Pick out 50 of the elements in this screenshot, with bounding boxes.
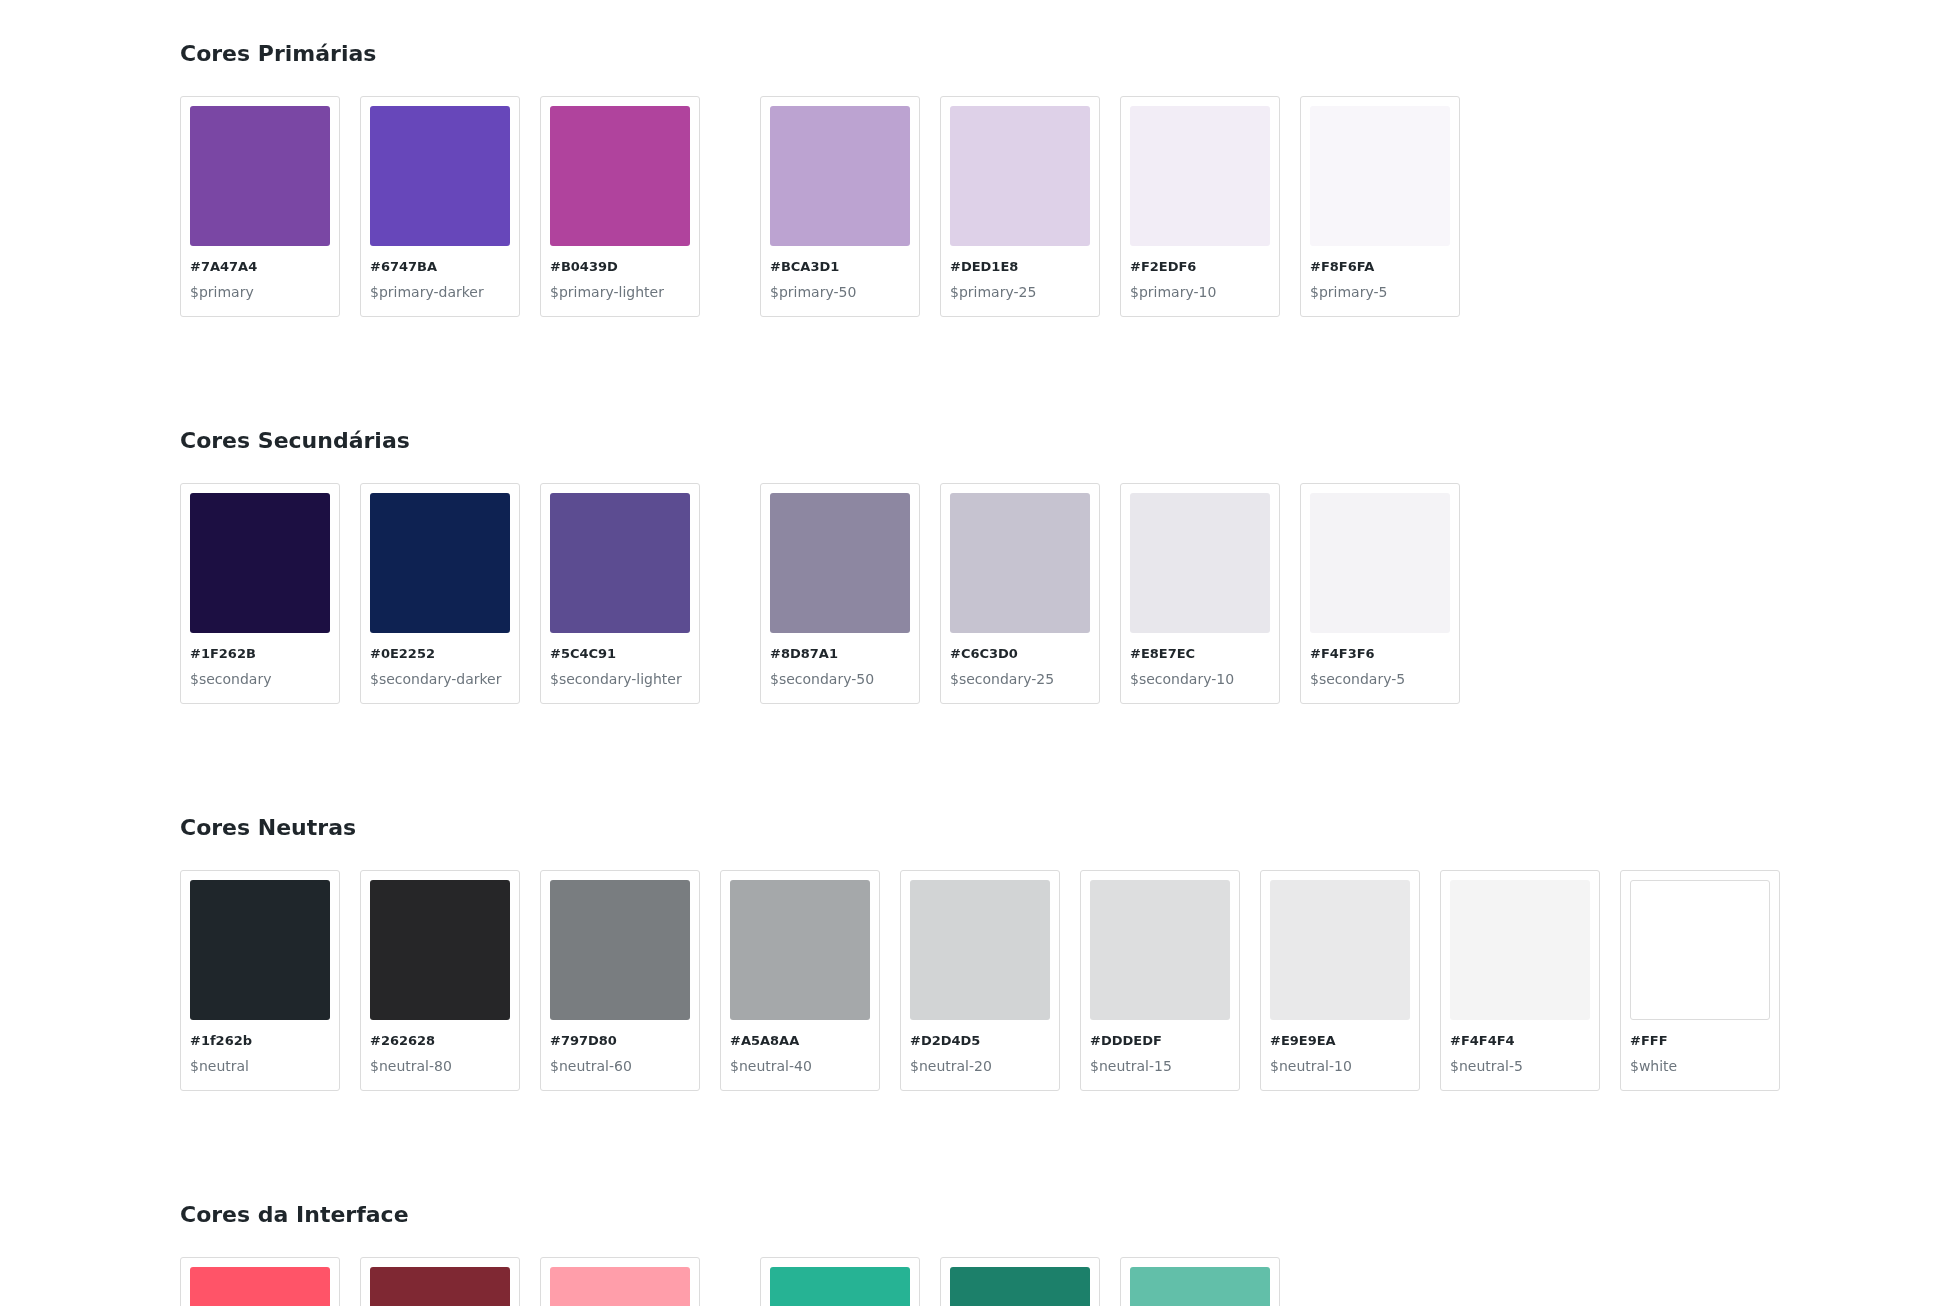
hex-code: #6747BA: [370, 258, 439, 276]
variable-name: $primary-lighter: [550, 283, 665, 302]
variable-name: $neutral-10: [1270, 1057, 1353, 1076]
variable-name: $primary-10: [1130, 283, 1218, 302]
hex-code: #F4F3F6: [1310, 645, 1376, 663]
hex-code: #1F262B: [190, 645, 257, 663]
variable-name: $primary-50: [770, 283, 858, 302]
variable-name: $secondary-darker: [370, 670, 503, 689]
hex-code: #D2D4D5: [910, 1032, 982, 1050]
variable-name: $neutral-60: [550, 1057, 633, 1076]
variable-name: $secondary: [190, 670, 273, 689]
variable-name: $primary-5: [1310, 283, 1389, 302]
variable-name: $white: [1630, 1057, 1679, 1076]
hex-code: #B0439D: [550, 258, 619, 276]
variable-name: $primary-darker: [370, 283, 485, 302]
hex-code: #262628: [370, 1032, 437, 1050]
variable-name: $neutral-80: [370, 1057, 453, 1076]
variable-name: $primary: [190, 283, 255, 302]
hex-code: #C6C3D0: [950, 645, 1019, 663]
hex-code: #DED1E8: [950, 258, 1020, 276]
hex-code: #BCA3D1: [770, 258, 841, 276]
variable-name: $neutral-40: [730, 1057, 813, 1076]
hex-code: #5C4C91: [550, 645, 618, 663]
hex-code: #0E2252: [370, 645, 436, 663]
section-heading: Cores Neutras: [180, 814, 358, 842]
hex-code: #A5A8AA: [730, 1032, 801, 1050]
variable-name: $neutral-5: [1450, 1057, 1524, 1076]
hex-code: #FFF: [1630, 1032, 1669, 1050]
hex-code: #797D80: [550, 1032, 618, 1050]
section-heading: Cores Primárias: [180, 40, 378, 68]
hex-code: #F2EDF6: [1130, 258, 1198, 276]
variable-name: $neutral: [190, 1057, 250, 1076]
section-heading: Cores Secundárias: [180, 427, 411, 455]
hex-code: #F4F4F4: [1450, 1032, 1516, 1050]
section-heading: Cores da Interface: [180, 1201, 410, 1229]
variable-name: $secondary-lighter: [550, 670, 683, 689]
variable-name: $secondary-10: [1130, 670, 1236, 689]
hex-code: #F8F6FA: [1310, 258, 1376, 276]
hex-code: #E8E7EC: [1130, 645, 1197, 663]
hex-code: #1f262b: [190, 1032, 254, 1050]
hex-code: #8D87A1: [770, 645, 839, 663]
hex-code: #7A47A4: [190, 258, 259, 276]
variable-name: $neutral-15: [1090, 1057, 1173, 1076]
variable-name: $secondary-25: [950, 670, 1056, 689]
variable-name: $secondary-5: [1310, 670, 1407, 689]
hex-code: #E9E9EA: [1270, 1032, 1337, 1050]
hex-code: #DDDEDF: [1090, 1032, 1163, 1050]
variable-name: $primary-25: [950, 283, 1038, 302]
variable-name: $neutral-20: [910, 1057, 993, 1076]
variable-name: $secondary-50: [770, 670, 876, 689]
